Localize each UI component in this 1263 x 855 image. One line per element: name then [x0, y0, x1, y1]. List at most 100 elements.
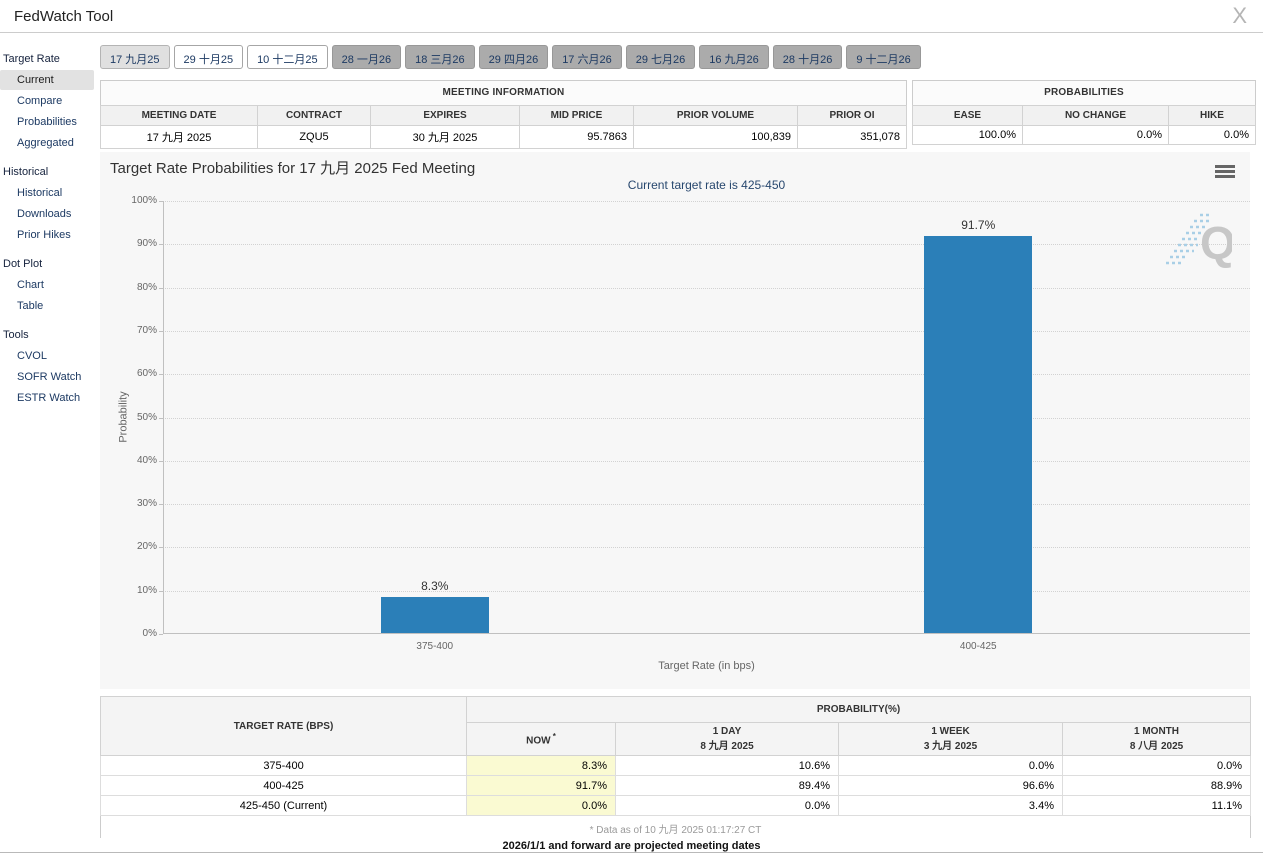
bar-375-400[interactable] [380, 597, 489, 633]
prob-col-hike: HIKE [1168, 105, 1256, 126]
meeting-tab-4[interactable]: 28 一月26 [331, 45, 402, 69]
sidebar-item-cvol[interactable]: CVOL [0, 346, 94, 366]
x-axis-line [163, 633, 1250, 634]
prob-col-ease: EASE [912, 105, 1023, 126]
x-axis-title: Target Rate (in bps) [658, 660, 755, 672]
y-tick-label-90: 90% [136, 238, 157, 250]
meeting-col-meeting-date: MEETING DATE [100, 105, 258, 126]
meeting-tab-6[interactable]: 29 四月26 [478, 45, 549, 69]
meeting-tab-11[interactable]: 9 十二月26 [846, 45, 921, 69]
prob-value-hike: 0.0% [1168, 125, 1256, 145]
now-cell: 0.0% [466, 795, 616, 816]
prob-value-ease: 100.0% [912, 125, 1023, 145]
prob-value-no-change: 0.0% [1022, 125, 1169, 145]
projected-dates-note: 2026/1/1 and forward are projected meeti… [0, 838, 1263, 853]
chart-title: Target Rate Probabilities for 17 九月 2025… [110, 160, 476, 177]
sidebar-item-downloads[interactable]: Downloads [0, 204, 94, 224]
subheader-1-month: 1 MONTH 8 八月 2025 [1061, 722, 1252, 756]
gridline-10 [163, 590, 1250, 592]
sidebar-item-chart[interactable]: Chart [0, 275, 94, 295]
sidebar-item-current[interactable]: Current [0, 70, 94, 90]
meeting-value-prior-oi: 351,078 [797, 125, 907, 149]
meeting-col-prior-oi: PRIOR OI [797, 105, 907, 126]
now-cell: 91.7% [466, 775, 616, 796]
bar-400-425[interactable] [924, 235, 1033, 633]
meeting-tab-1[interactable]: 17 九月25 [100, 45, 170, 69]
table-row-400-425: 400-425 91.7% 89.4% 96.6% 88.9% [100, 775, 1252, 796]
meeting-tab-7[interactable]: 17 六月26 [552, 45, 622, 69]
meeting-tab-9[interactable]: 16 九月26 [699, 45, 769, 69]
sidebar-nav: Target Rate Current Compare Probabilities Ag… [0, 33, 97, 409]
probability-group-header: PROBABILITY(%) [465, 696, 1252, 723]
meeting-value-mid-price: 95.7863 [519, 125, 634, 149]
gridline-90 [163, 244, 1250, 246]
gridline-100 [163, 201, 1250, 202]
meeting-tab-2[interactable]: 29 十月25 [173, 45, 244, 69]
gridline-70 [163, 330, 1250, 332]
x-tick-label-400-425: 400-425 [959, 641, 997, 652]
sidebar-group-historical: Historical Historical Downloads Prior Hikes [0, 162, 97, 245]
now-cell: 8.3% [466, 755, 616, 776]
meeting-tab-8[interactable]: 29 七月26 [625, 45, 696, 69]
meeting-tab-5[interactable]: 18 三月26 [405, 45, 475, 69]
target-rate-probability-chart: Target Rate Probabilities for 17 九月 2025… [100, 152, 1250, 689]
chart-subtitle: Current target rate is 425-450 [627, 178, 786, 192]
meeting-information-row: 17 九月 2025 ZQU5 30 九月 2025 95.7863 100,839 35… [100, 125, 907, 149]
sidebar-group-dot-plot: Dot Plot Chart Table [0, 254, 97, 316]
sidebar-item-sofr-watch[interactable]: SOFR Watch [0, 367, 94, 387]
window-title: FedWatch Tool [14, 8, 114, 25]
meeting-value-meeting-date: 17 九月 2025 [100, 125, 258, 149]
meeting-value-prior-volume: 100,839 [633, 125, 798, 149]
y-axis-line [163, 201, 164, 634]
meeting-col-prior-volume: PRIOR VOLUME [633, 105, 798, 126]
chart-context-menu-icon[interactable] [1212, 160, 1238, 182]
subheader-1-week: 1 WEEK 3 九月 2025 [838, 722, 1063, 756]
subheader-1-day: 1 DAY 8 九月 2025 [615, 722, 839, 756]
y-tick-label-20: 20% [136, 541, 157, 553]
gridline-30 [163, 504, 1250, 506]
month-cell: 0.0% [1061, 755, 1252, 776]
sidebar-item-historical[interactable]: Historical [0, 183, 94, 203]
meeting-tab-3[interactable]: 10 十二月25 [247, 45, 328, 69]
y-tick-label-70: 70% [136, 324, 157, 336]
y-tick-label-50: 50% [136, 411, 157, 423]
prob-col-no-change: NO CHANGE [1022, 105, 1169, 126]
y-tick-label-30: 30% [136, 498, 157, 510]
meeting-tabs: 17 九月25 29 十月25 10 十二月25 28 一月26 18 三月26 29 四… [100, 45, 921, 70]
meeting-value-expires: 30 九月 2025 [370, 125, 520, 149]
sidebar-item-probabilities[interactable]: Probabilities [0, 112, 94, 132]
sidebar-heading-historical: Historical [3, 166, 49, 178]
sidebar-item-prior-hikes[interactable]: Prior Hikes [0, 225, 94, 245]
rate-cell: 375-400 [100, 755, 467, 776]
close-icon[interactable]: X [1232, 3, 1247, 29]
svg-text:Q: Q [1200, 217, 1232, 269]
meeting-information-table: MEETING INFORMATION MEETING DATE CONTRACT… [100, 80, 907, 149]
month-cell: 88.9% [1061, 775, 1252, 796]
x-tick-label-375-400: 375-400 [416, 641, 454, 652]
probabilities-title: PROBABILITIES [912, 80, 1256, 105]
y-tick-label-100: 100% [131, 195, 157, 206]
probability-history-table: TARGET RATE (BPS) PROBABILITY(%) NOW * 1 … [99, 696, 1252, 843]
y-tick-label-80: 80% [136, 281, 157, 293]
probabilities-summary-table: PROBABILITIES EASE NO CHANGE HIKE 100.0% 0.… [912, 80, 1256, 145]
gridline-50 [163, 417, 1250, 419]
sidebar-item-table[interactable]: Table [0, 296, 94, 316]
sidebar-heading-target-rate: Target Rate [3, 53, 60, 65]
target-rate-bps-header: TARGET RATE (BPS) [100, 696, 467, 756]
subheader-now: NOW * [466, 722, 616, 756]
day-cell: 10.6% [615, 755, 839, 776]
table-row-425-450-current: 425-450 (Current) 0.0% 0.0% 3.4% 11.1% [100, 795, 1252, 816]
sidebar-item-aggregated[interactable]: Aggregated [0, 133, 94, 153]
meeting-col-mid-price: MID PRICE [519, 105, 634, 126]
meeting-col-expires: EXPIRES [370, 105, 520, 126]
fedwatch-tool-window: FedWatch Tool X Target Rate Current Compar… [0, 0, 1263, 855]
rate-cell: 400-425 [100, 775, 467, 796]
y-tick-mark-0 [159, 634, 163, 635]
sidebar-item-estr-watch[interactable]: ESTR Watch [0, 388, 94, 408]
probabilities-summary-row: 100.0% 0.0% 0.0% [912, 125, 1256, 145]
y-tick-label-60: 60% [136, 368, 157, 380]
rate-cell: 425-450 (Current) [100, 795, 467, 816]
quikstrike-watermark-icon: Q [1160, 207, 1236, 279]
sidebar-item-compare[interactable]: Compare [0, 91, 94, 111]
meeting-tab-10[interactable]: 28 十月26 [772, 45, 843, 69]
